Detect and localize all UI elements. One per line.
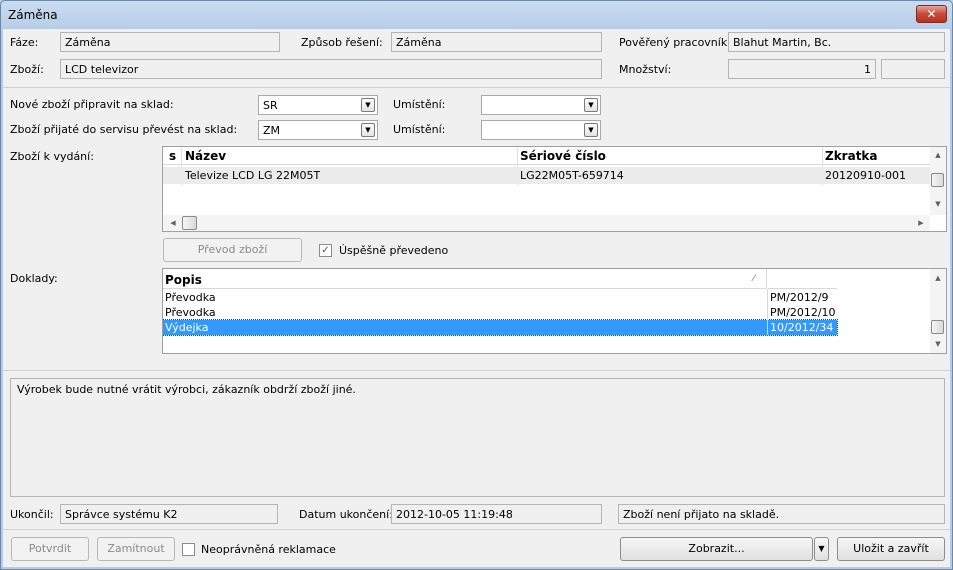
separator (3, 87, 950, 88)
column-header-number[interactable] (768, 269, 837, 289)
transfer-success-checkbox[interactable]: ✓ (319, 244, 332, 257)
horizontal-scrollbar[interactable]: ◀ ▶ (163, 215, 930, 231)
cell-description: Převodka (165, 306, 216, 319)
new-goods-stock-label: Nové zboží připravit na sklad: (10, 98, 174, 111)
unjustified-complaint-label: Neoprávněná reklamace (201, 543, 336, 556)
quantity-unit-field (881, 59, 945, 79)
vertical-scrollbar[interactable]: ▲ ▼ (930, 147, 946, 215)
cell-code: 20120910-001 (825, 169, 906, 182)
method-label: Způsob řešení: (301, 36, 383, 49)
worker-label: Pověřený pracovník: (619, 36, 731, 49)
cell-name: Televize LCD LG 22M05T (185, 169, 321, 182)
documents-grid[interactable]: Popis ⁄ Převodka PM/2012/9 Převodka PM/2… (162, 268, 947, 354)
close-button[interactable]: ✕ (916, 5, 947, 23)
location1-label: Umístění: (393, 98, 446, 111)
column-header-description[interactable]: Popis (165, 273, 202, 287)
confirm-button[interactable]: Potvrdit (11, 537, 89, 561)
closed-date-label: Datum ukončení: (299, 508, 393, 521)
scroll-down-icon[interactable]: ▼ (930, 337, 946, 351)
phase-label: Fáze: (10, 36, 39, 49)
chevron-down-icon[interactable]: ▼ (584, 123, 598, 137)
grid-header: Popis ⁄ (163, 269, 767, 289)
dialog-window: Záměna ✕ Fáze: Záměna Způsob řešení: Zám… (0, 0, 953, 570)
transfer-success-label: Úspěšně převedeno (339, 244, 449, 257)
unjustified-complaint-checkbox[interactable] (182, 543, 195, 556)
received-goods-stock-select[interactable]: ZM ▼ (258, 120, 378, 140)
title-bar: Záměna ✕ (1, 1, 952, 29)
column-header-s[interactable]: s (169, 149, 176, 163)
received-goods-stock-label: Zboží přijaté do servisu převést na skla… (10, 123, 238, 136)
new-goods-stock-value: SR (263, 99, 278, 112)
vertical-scrollbar[interactable]: ▲ ▼ (930, 269, 946, 353)
goods-field: LCD televizor (60, 59, 602, 79)
table-row[interactable]: Televize LCD LG 22M05T LG22M05T-659714 2… (163, 167, 931, 184)
received-goods-stock-value: ZM (263, 124, 281, 137)
scroll-thumb[interactable] (931, 320, 944, 334)
location2-label: Umístění: (393, 123, 446, 136)
table-row[interactable]: Převodka PM/2012/9 (163, 290, 837, 305)
table-row[interactable]: Převodka PM/2012/10 (163, 305, 837, 320)
column-header-name[interactable]: Název (185, 149, 226, 163)
location2-select[interactable]: ▼ (481, 120, 601, 140)
quantity-field: 1 (728, 59, 876, 79)
new-goods-stock-select[interactable]: SR ▼ (258, 95, 378, 115)
cell-description: Výdejka (165, 321, 209, 334)
cell-number: PM/2012/9 (770, 291, 829, 304)
column-header-serial[interactable]: Sériové číslo (520, 149, 606, 163)
scroll-up-icon[interactable]: ▲ (930, 271, 946, 285)
goods-label: Zboží: (10, 63, 44, 76)
window-title: Záměna (8, 8, 58, 22)
chevron-down-icon[interactable]: ▼ (584, 98, 598, 112)
chevron-down-icon[interactable]: ▼ (361, 98, 375, 112)
separator (3, 370, 950, 371)
cell-number: PM/2012/10 (770, 306, 836, 319)
show-dropdown-chevron-down-icon[interactable]: ▼ (814, 537, 829, 561)
location1-select[interactable]: ▼ (481, 95, 601, 115)
scroll-thumb[interactable] (931, 173, 944, 187)
closed-by-field: Správce systému K2 (60, 504, 278, 524)
cell-number: 10/2012/34 (770, 321, 834, 334)
chevron-down-icon[interactable]: ▼ (361, 123, 375, 137)
separator (3, 529, 950, 530)
scroll-left-icon[interactable]: ◀ (165, 216, 181, 230)
documents-label: Doklady: (10, 272, 58, 285)
table-row-selected[interactable]: Výdejka 10/2012/34 (163, 319, 838, 336)
column-header-code[interactable]: Zkratka (825, 149, 878, 163)
method-field: Záměna (391, 32, 602, 52)
cell-description: Převodka (165, 291, 216, 304)
closed-date-field: 2012-10-05 11:19:48 (391, 504, 602, 524)
transfer-goods-button[interactable]: Převod zboží (163, 238, 302, 262)
scroll-right-icon[interactable]: ▶ (913, 216, 929, 230)
dialog-body: Fáze: Záměna Způsob řešení: Záměna Pověř… (3, 29, 950, 567)
show-button[interactable]: Zobrazit... (620, 537, 813, 561)
issue-goods-grid[interactable]: s Název Sériové číslo Zkratka Televize L… (162, 146, 947, 232)
sort-icon[interactable]: ⁄ (753, 274, 755, 284)
scroll-up-icon[interactable]: ▲ (930, 148, 946, 162)
stock-status-field: Zboží není přijato na skladě. (618, 504, 945, 524)
worker-field: Blahut Martin, Bc. (728, 32, 945, 52)
phase-field: Záměna (60, 32, 280, 52)
note-text-area[interactable]: Výrobek bude nutné vrátit výrobci, zákaz… (10, 378, 945, 497)
cell-serial: LG22M05T-659714 (520, 169, 624, 182)
reject-button[interactable]: Zamítnout (97, 537, 175, 561)
divider (767, 289, 768, 335)
issue-grid-label: Zboží k vydání: (10, 150, 94, 163)
closed-by-label: Ukončil: (10, 508, 54, 521)
save-and-close-button[interactable]: Uložit a zavřít (837, 537, 945, 561)
quantity-label: Množství: (619, 63, 672, 76)
scroll-down-icon[interactable]: ▼ (930, 197, 946, 211)
scroll-thumb[interactable] (182, 216, 197, 230)
